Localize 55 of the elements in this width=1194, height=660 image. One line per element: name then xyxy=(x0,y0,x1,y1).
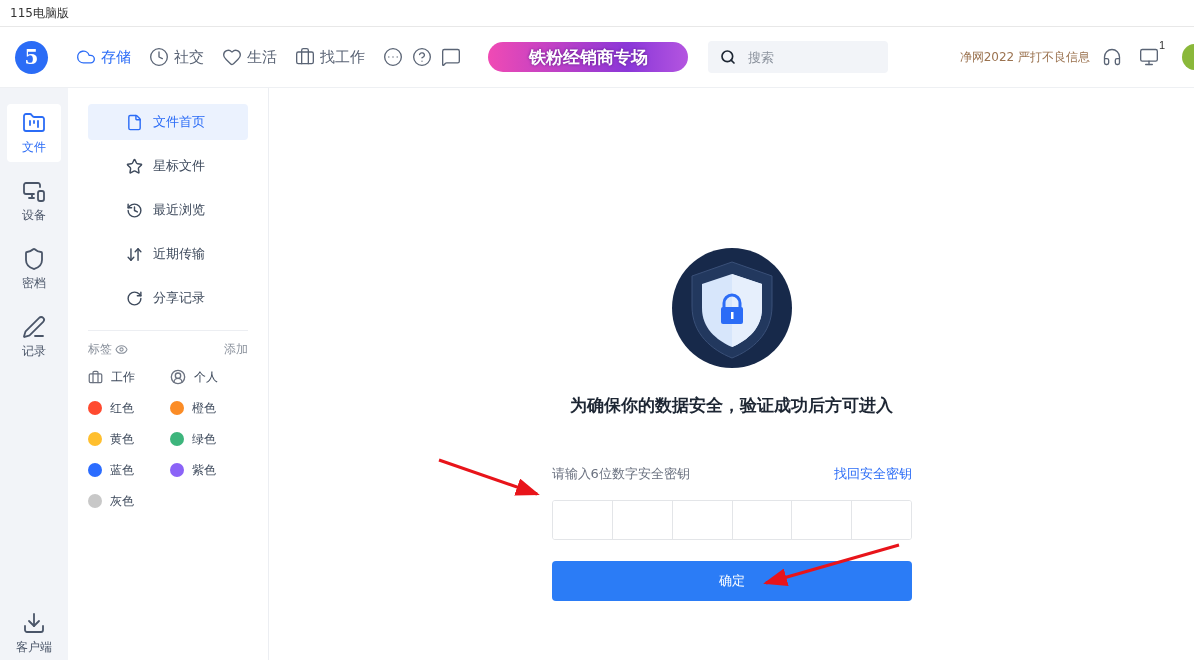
history-icon xyxy=(126,201,143,219)
nav-tab[interactable]: 生活 xyxy=(222,47,277,67)
share-icon xyxy=(126,289,143,307)
eye-icon[interactable] xyxy=(115,343,128,356)
headset-button[interactable] xyxy=(1102,47,1122,67)
tag-item[interactable]: 个人 xyxy=(170,366,252,388)
tag-item[interactable]: 红色 xyxy=(88,397,170,419)
tag-item[interactable]: 橙色 xyxy=(170,397,252,419)
tag-item[interactable]: 绿色 xyxy=(170,428,252,450)
pen-icon xyxy=(22,314,46,339)
tag-item[interactable]: 灰色 xyxy=(88,490,170,512)
sidebar-item[interactable]: 最近浏览 xyxy=(88,192,248,228)
client-button[interactable]: 客户端 xyxy=(16,611,52,656)
sidebar-item[interactable]: 星标文件 xyxy=(88,148,248,184)
rail-item[interactable]: 密档 xyxy=(7,240,61,298)
app-logo[interactable]: 5 xyxy=(15,40,48,74)
help-button[interactable] xyxy=(412,47,432,67)
tag-item[interactable]: 工作 xyxy=(88,366,170,388)
rail-item[interactable]: 文件 xyxy=(7,104,61,162)
recover-key-link[interactable]: 找回安全密钥 xyxy=(833,465,912,483)
security-heading: 为确保你的数据安全，验证成功后方可进入 xyxy=(570,394,893,417)
promo-banner[interactable]: 铁粉经销商专场 xyxy=(488,42,688,72)
window-title: 115电脑版 xyxy=(10,4,69,22)
transfer-icon xyxy=(126,245,143,263)
download-icon xyxy=(22,611,46,635)
key-input-label: 请输入6位数字安全密钥 xyxy=(551,465,690,483)
rail-item[interactable]: 设备 xyxy=(7,172,61,230)
notification-count: 1 xyxy=(1158,39,1165,51)
clock-icon xyxy=(149,47,169,67)
nav-tab[interactable]: 存储 xyxy=(76,47,131,67)
tags-title: 标签 xyxy=(88,341,112,358)
shield-icon xyxy=(22,246,46,271)
search-icon xyxy=(720,49,736,65)
cloud-icon xyxy=(76,47,96,67)
notice-text[interactable]: 净网2022 严打不良信息 xyxy=(959,48,1090,66)
heart-icon xyxy=(222,47,242,67)
confirm-button[interactable]: 确定 xyxy=(551,561,912,601)
search-input[interactable]: 搜索 xyxy=(746,48,870,66)
search-field[interactable]: 搜索 xyxy=(708,41,888,73)
tag-item[interactable]: 紫色 xyxy=(170,459,252,481)
sidebar-item[interactable]: 文件首页 xyxy=(88,104,248,140)
nav-tab[interactable]: 找工作 xyxy=(295,47,365,67)
code-field[interactable] xyxy=(551,500,912,540)
star-icon xyxy=(126,157,143,175)
message-button[interactable] xyxy=(441,47,461,67)
nav-tab[interactable]: 社交 xyxy=(149,47,204,67)
sidebar-item[interactable]: 分享记录 xyxy=(88,280,248,316)
briefcase-icon xyxy=(88,369,103,385)
tag-item[interactable]: 黄色 xyxy=(88,428,170,450)
sidebar-item[interactable]: 近期传输 xyxy=(88,236,248,272)
tag-item[interactable]: 蓝色 xyxy=(88,459,170,481)
more-button[interactable] xyxy=(383,47,403,67)
person-icon xyxy=(170,369,186,385)
briefcase-icon xyxy=(295,47,315,67)
rail-item[interactable]: 记录 xyxy=(7,308,61,366)
